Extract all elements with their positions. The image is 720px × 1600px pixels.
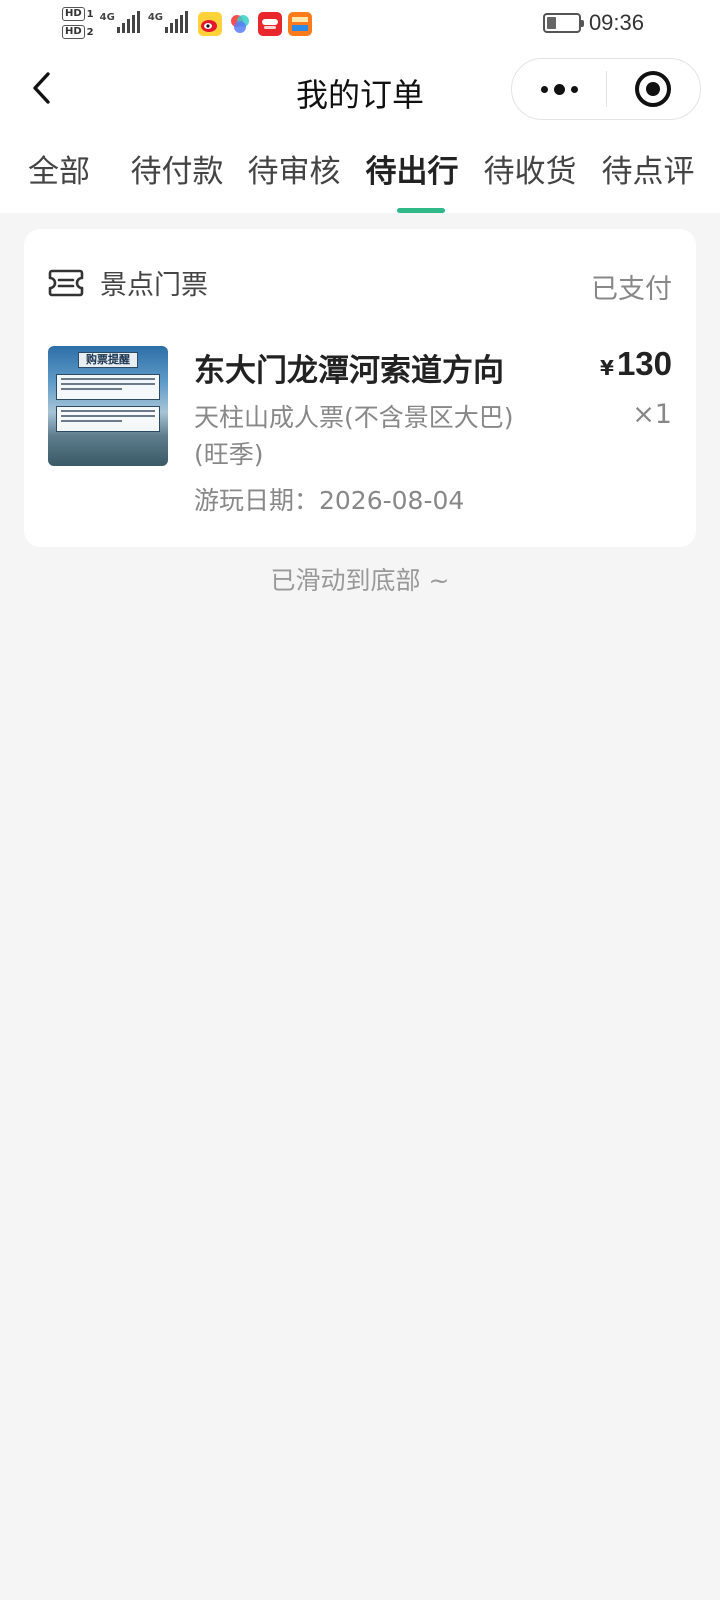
colorful-app-icon — [227, 12, 252, 36]
tab-pending-payment[interactable]: 待付款 — [131, 146, 224, 191]
tab-all[interactable]: 全部 — [28, 146, 90, 191]
more-button[interactable] — [512, 59, 606, 119]
weibo-icon — [197, 12, 222, 36]
sim-indicators: HD 1 HD 2 — [62, 6, 94, 40]
close-button[interactable] — [607, 59, 700, 119]
order-card-header: 景点门票 — [48, 263, 208, 302]
sim2-index: 2 — [86, 26, 94, 38]
signal-2: 4G — [147, 11, 188, 33]
active-tab-indicator — [397, 208, 445, 213]
network-type-1: 4G — [99, 12, 115, 23]
sim2-hd-label: HD — [62, 25, 85, 39]
currency-symbol: ¥ — [600, 356, 614, 380]
order-status: 已支付 — [591, 274, 672, 305]
sim1-indicator: HD 1 — [62, 6, 94, 22]
clock: 09:36 — [588, 10, 644, 35]
product-title: 东大门龙潭河索道方向 — [194, 353, 504, 389]
order-category: 景点门票 — [100, 270, 208, 301]
target-circle-icon — [635, 71, 672, 107]
mini-program-capsule — [511, 58, 701, 120]
signal-bars-icon — [116, 11, 140, 33]
ticket-icon — [48, 269, 84, 296]
nav-bar: 我的订单 — [0, 56, 720, 124]
end-of-list-tip: 已滑动到底部 ~ — [270, 566, 450, 595]
tab-pending-receipt[interactable]: 待收货 — [484, 146, 577, 191]
status-right: 09:36 — [542, 10, 644, 36]
thumbnail-heading: 购票提醒 — [78, 352, 138, 368]
product-price: ¥130 — [600, 345, 672, 383]
order-card[interactable]: 景点门票 已支付 购票提醒 东大门龙潭河索道方向 ¥130 天柱山成人票(不含景… — [24, 229, 696, 547]
sim1-index: 1 — [86, 8, 94, 20]
sim1-hd-label: HD — [62, 7, 85, 21]
tab-pending-travel[interactable]: 待出行 — [366, 146, 459, 191]
product-quantity: ×1 — [632, 399, 672, 430]
more-dots-icon — [540, 85, 548, 93]
visit-date: 游玩日期：2026-08-04 — [194, 486, 465, 515]
status-bar: HD 1 HD 2 4G 4G 09:36 — [0, 0, 720, 48]
status-left: HD 1 HD 2 4G 4G — [62, 6, 312, 40]
price-value: 130 — [616, 345, 672, 382]
tab-pending-review[interactable]: 待审核 — [248, 146, 341, 191]
thumbnail-notice-2 — [56, 406, 160, 432]
orange-app-icon — [287, 12, 312, 36]
notification-icons — [197, 12, 312, 36]
order-tabs: 全部 待付款 待审核 待出行 待收货 待点评 — [0, 146, 720, 213]
battery-icon — [542, 13, 584, 33]
signal-bars-icon — [164, 11, 188, 33]
product-spec: 天柱山成人票(不含景区大巴)(旺季) — [194, 403, 514, 469]
signal-1: 4G — [99, 11, 140, 33]
thumbnail-notice-1 — [56, 374, 160, 400]
product-thumbnail: 购票提醒 — [48, 346, 168, 466]
sim2-indicator: HD 2 — [62, 24, 94, 40]
red-app-icon — [257, 12, 282, 36]
network-type-2: 4G — [147, 12, 163, 23]
tab-pending-comment[interactable]: 待点评 — [602, 146, 695, 191]
